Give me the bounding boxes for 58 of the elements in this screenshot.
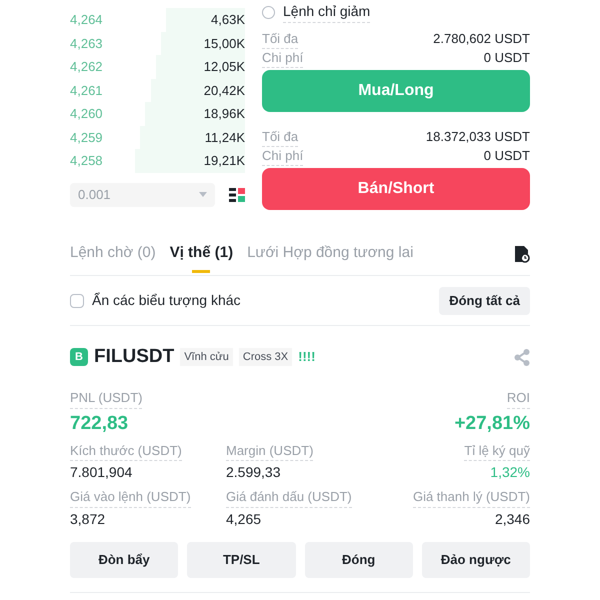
max-label: Tối đa: [262, 128, 298, 147]
bid-price: 4,260: [70, 105, 103, 123]
tag: Vĩnh cửu: [180, 348, 233, 366]
bid-amount: 12,05K: [204, 58, 245, 76]
cost-value: 0 USDT: [484, 49, 530, 67]
pnl-label: PNL (USDT): [70, 388, 142, 408]
bid-price: 4,259: [70, 128, 103, 146]
field-label: Kích thước (USDT): [70, 440, 182, 461]
max-value: 2.780,602 USDT: [433, 30, 530, 48]
cost-label: Chi phí: [262, 49, 304, 68]
action-button[interactable]: Đòn bẩy: [70, 542, 178, 578]
field-label: Margin (USDT): [226, 440, 314, 461]
roi-value: +27,81%: [454, 412, 530, 436]
bid-price: 4,263: [70, 34, 103, 52]
close-all-button[interactable]: Đóng tất cả: [439, 286, 530, 314]
action-button[interactable]: Đảo ngược: [422, 542, 530, 578]
caret-icon: [199, 192, 207, 197]
field-value: 1,32%: [490, 463, 530, 482]
max-value: 18.372,033 USDT: [426, 128, 530, 146]
field-label: Giá đánh dấu (USDT): [226, 487, 352, 508]
field-value: 4,265: [226, 510, 262, 528]
bid-price: 4,264: [70, 11, 103, 29]
hide-others-label: Ẩn các biểu tượng khác: [92, 291, 241, 310]
tab[interactable]: Vị thế (1): [170, 232, 234, 275]
bid-amount: 18,96K: [204, 105, 245, 123]
bid-amount: 19,21K: [204, 152, 245, 170]
symbol: FILUSDT: [94, 344, 174, 369]
field-value: 2.599,33: [226, 463, 280, 482]
field-label: Giá vào lệnh (USDT): [70, 487, 191, 508]
side-badge: B: [70, 348, 88, 366]
action-button[interactable]: TP/SL: [187, 542, 296, 578]
reduce-only-label: Lệnh chỉ giảm: [283, 1, 370, 23]
action-button[interactable]: Đóng: [304, 542, 413, 578]
bid-amount: 4,63K: [211, 11, 245, 29]
field-value: 3,872: [70, 510, 106, 528]
tag: Cross 3X: [238, 348, 292, 366]
checkbox[interactable]: [70, 294, 84, 308]
field-value: 7.801,904: [70, 463, 132, 482]
field-label: Tỉ lệ ký quỹ: [464, 440, 530, 461]
history-icon[interactable]: [514, 244, 530, 262]
cost-value: 0 USDT: [484, 147, 530, 165]
bid-price: 4,261: [70, 82, 103, 100]
share-icon[interactable]: [514, 348, 530, 366]
max-label: Tối đa: [262, 30, 298, 49]
bid-amount: 11,24K: [204, 128, 245, 146]
bid-price: 4,258: [70, 152, 103, 170]
bid-price: 4,262: [70, 58, 103, 76]
layout-icon[interactable]: [229, 186, 245, 202]
sell-button[interactable]: Bán/Short: [262, 168, 530, 210]
pnl-value: 722,83: [70, 412, 130, 436]
bid-amount: 15,00K: [204, 34, 245, 52]
field-value: 2,346: [494, 510, 530, 528]
radio-button[interactable]: [262, 6, 275, 18]
field-label: Giá thanh lý (USDT): [412, 487, 530, 508]
cost-label: Chi phí: [262, 147, 304, 166]
bid-amount: 20,42K: [204, 82, 245, 100]
risk-indicator: !!!!: [298, 348, 316, 366]
roi-label: ROI: [506, 388, 530, 408]
